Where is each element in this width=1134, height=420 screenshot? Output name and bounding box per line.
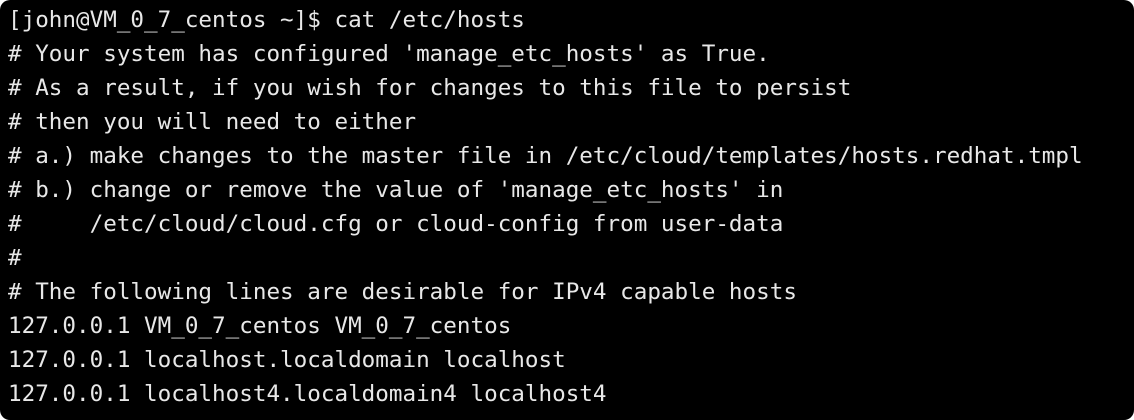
terminal-output-line: 127.0.0.1 localhost4.localdomain4 localh… [8,381,607,407]
terminal-output-line: # a.) make changes to the master file in… [8,143,1083,169]
terminal-prompt-line: [john@VM_0_7_centos ~]$ cat /etc/hosts [8,7,525,33]
terminal-output-line: # As a result, if you wish for changes t… [8,75,852,101]
terminal-output-line: # b.) change or remove the value of 'man… [8,177,784,203]
terminal-output-line: # Your system has configured 'manage_etc… [8,41,770,67]
terminal-output-line: # The following lines are desirable for … [8,279,797,305]
terminal-output-line: # then you will need to either [8,109,417,135]
terminal-output-line: 127.0.0.1 VM_0_7_centos VM_0_7_centos [8,313,512,339]
terminal-output-line: 127.0.0.1 localhost.localdomain localhos… [8,347,566,373]
terminal-output-line: # [8,245,22,271]
terminal-window[interactable]: [john@VM_0_7_centos ~]$ cat /etc/hosts #… [0,0,1134,420]
terminal-output-line: # /etc/cloud/cloud.cfg or cloud-config f… [8,211,784,237]
